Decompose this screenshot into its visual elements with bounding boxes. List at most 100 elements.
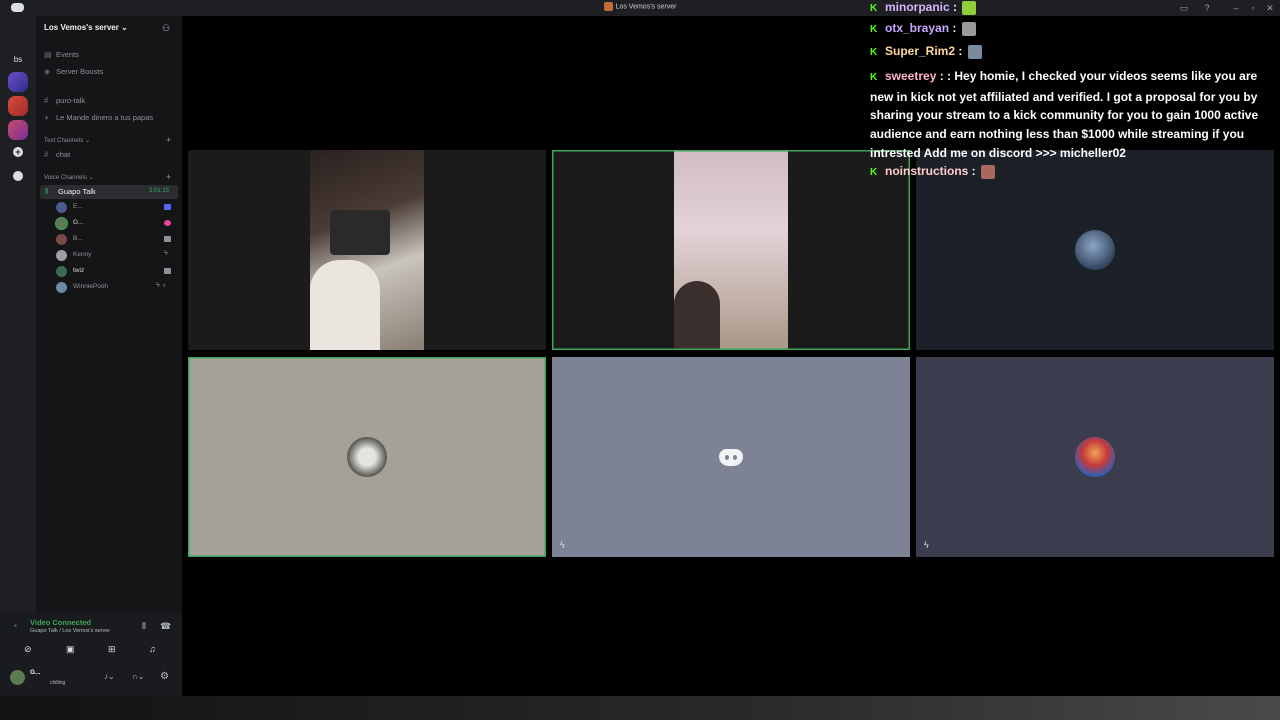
streaming-icon [164,204,171,210]
video-tile[interactable]: ϟ [916,357,1274,557]
emote-icon [981,164,996,179]
call-timer: 3:01:15 [149,188,170,194]
speaking-border [552,150,910,350]
inbox-icon[interactable]: ▭ [1179,3,1189,13]
voice-user[interactable]: WinniePooh ϟ ♁ [56,281,176,295]
minimize-icon[interactable]: – [1231,3,1241,13]
direct-messages-button[interactable]: bs [8,50,28,70]
channel-sidebar: Los Vemos's server ⌄ ⚇ ▤ Events ◈ Server B… [36,16,182,696]
muted-icon: ϟ [560,540,565,550]
voice-user[interactable]: twiz [56,265,176,279]
video-subject [330,210,390,255]
video-icon [164,236,171,242]
kick-badge-icon: K [870,167,878,178]
camera-toggle-button[interactable]: ⊘ [24,644,32,655]
help-icon[interactable]: ? [1202,3,1212,13]
soundboard-button[interactable]: ♫ [149,644,156,654]
channel-puro-talk[interactable]: # puro-talk [44,96,85,105]
server-boosts-item[interactable]: ◈ Server Boosts [44,67,103,76]
video-icon [164,268,171,274]
add-text-channel-icon[interactable]: + [166,135,171,145]
channel-chat[interactable]: # chat [44,150,70,159]
server-name-header[interactable]: Los Vemos's server ⌄ [44,23,128,32]
avatar [56,234,67,245]
taskbar-strip [0,696,1280,720]
title-bar: Los Vemos's server ▭ ? – ▫ ✕ [0,0,1280,16]
chat-username: otx_brayan [885,21,950,35]
server-icon[interactable] [8,96,28,116]
active-voice-channel-label: Guapo Talk [58,187,96,196]
video-tile-speaking[interactable] [552,150,910,350]
chat-username: noinstructions [885,164,969,178]
text-channels-category[interactable]: Text Channels ⌄ [44,137,90,144]
invite-icon[interactable]: ⚇ [162,23,170,34]
video-tile[interactable] [188,150,546,350]
server-icon[interactable] [8,72,28,92]
muted-icon: ϟ [924,540,929,550]
hash-icon: # [44,96,49,105]
chat-username: minorpanic [885,0,950,14]
user-avatar-large [347,437,387,477]
server-icon[interactable] [8,120,28,140]
screenshare-button[interactable]: ▣ [66,644,75,655]
window-title: Los Vemos's server [0,2,1280,11]
avatar [56,250,67,261]
user-name: G... [30,669,41,676]
chat-username: sweetrey [885,69,937,83]
avatar [56,202,67,213]
headphones-icon[interactable]: ∩⌄ [132,672,144,681]
voice-user[interactable]: G... [56,217,176,231]
user-avatar-large [1075,230,1115,270]
video-tile[interactable]: ϟ [552,357,910,557]
user-avatar[interactable] [10,670,25,685]
voice-activity-icon: ⦀ [45,187,49,196]
chat-message: Kminorpanic : [870,0,977,15]
maximize-icon[interactable]: ▫ [1248,3,1258,13]
kick-badge-icon: K [870,47,878,58]
voice-status-title: Video Connected [30,618,92,627]
connection-icon: ◔ [12,621,18,631]
kick-badge-icon: K [870,3,878,14]
channel-le-mande-dinero[interactable]: ◖ Le Mande dinero a tus papas [44,113,153,122]
avatar [56,218,67,229]
close-icon[interactable]: ✕ [1265,3,1275,13]
voice-user[interactable]: B... [56,233,176,247]
video-tile[interactable] [916,150,1274,350]
discord-logo-icon [719,449,743,466]
discord-logo-icon [11,3,24,12]
discover-icon[interactable] [13,171,23,181]
speaker-icon: ◖ [44,113,49,122]
chat-message: Ksweetrey : : Hey homie, I checked your … [870,67,1270,163]
avatar [56,266,67,277]
noise-suppression-icon[interactable]: ⦀ [142,621,146,632]
video-tile-speaking[interactable] [188,357,546,557]
chat-username: Super_Rim2 [885,44,956,58]
kick-badge-icon: K [870,24,878,35]
emote-icon [962,0,977,15]
voice-user[interactable]: E... [56,201,176,215]
muted-icon: ϟ [164,250,168,257]
activities-button[interactable]: ⊞ [108,644,116,655]
active-voice-channel[interactable]: ⦀ Guapo Talk 3:01:15 [40,185,178,199]
kick-badge-icon: K [870,72,878,83]
muted-deafened-icon: ϟ ♁ [156,282,167,289]
activity-icon [164,220,171,226]
add-server-icon[interactable]: + [13,147,23,157]
settings-gear-icon[interactable]: ⚙ [160,671,169,682]
disconnect-icon[interactable]: ☎ [160,621,171,632]
video-subject [310,260,380,350]
video-feed [310,150,424,350]
hash-icon: # [44,150,49,159]
add-voice-channel-icon[interactable]: + [166,172,171,182]
voice-status-subtitle[interactable]: Guapo Talk / Los Vemos's server [30,628,110,634]
microphone-icon[interactable]: ♪⌄ [104,672,115,681]
chat-message: Knoinstructions : [870,164,996,179]
events-item[interactable]: ▤ Events [44,50,79,59]
calendar-icon: ▤ [44,50,52,59]
voice-channels-category[interactable]: Voice Channels ⌄ [44,174,94,181]
emote-icon [961,21,976,36]
voice-user[interactable]: Kenny ϟ [56,249,176,263]
voice-user-panel: ◔ Video Connected Guapo Talk / Los Vemos… [0,613,182,696]
avatar [56,282,67,293]
chat-message: Kotx_brayan : [870,21,976,36]
